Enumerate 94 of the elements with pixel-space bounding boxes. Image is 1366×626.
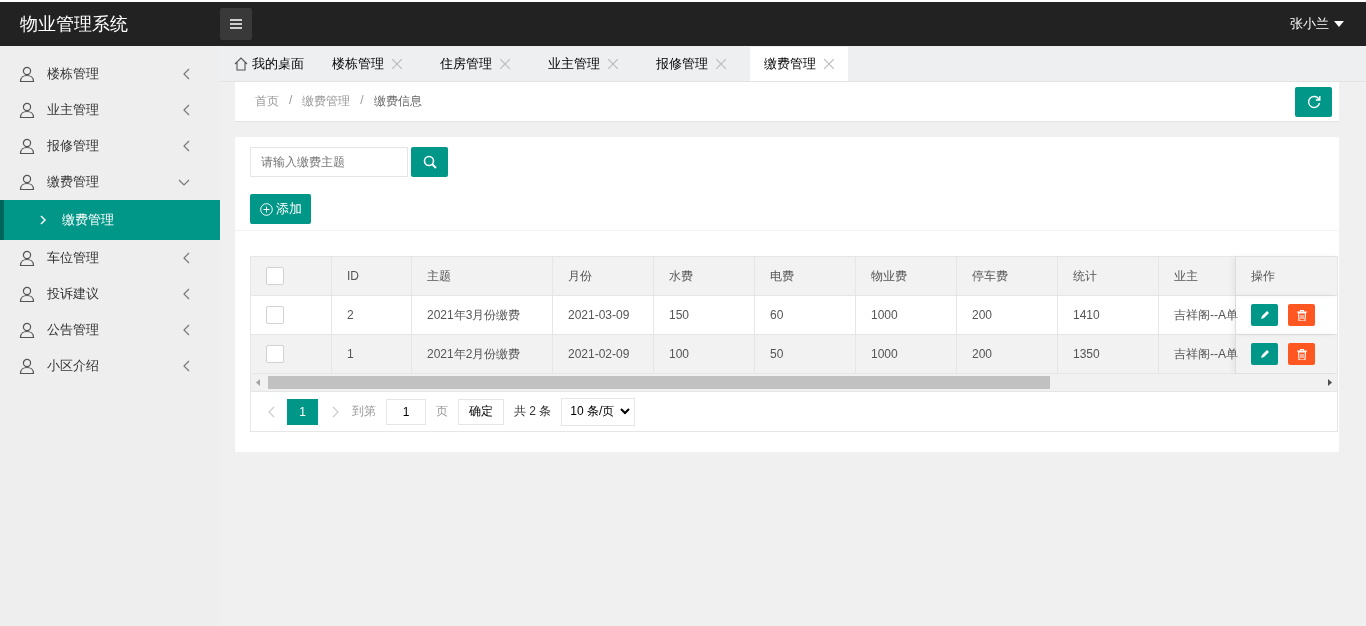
- sidebar-item[interactable]: 公告管理: [0, 312, 220, 348]
- chevron-icon: [267, 405, 275, 418]
- delete-button[interactable]: [1288, 304, 1315, 326]
- trash-icon: [1296, 309, 1307, 321]
- caret-icon: [1334, 21, 1344, 27]
- user-icon: [19, 250, 35, 266]
- table-cell: 1350: [1058, 335, 1159, 373]
- table-cell: 100: [654, 335, 755, 373]
- table-cell: 1410: [1058, 296, 1159, 334]
- row-checkbox[interactable]: [266, 345, 284, 363]
- menu-button[interactable]: [220, 8, 252, 40]
- chevron-icon: [332, 405, 340, 418]
- sidebar-subitem[interactable]: 缴费管理: [0, 200, 220, 240]
- table-cell: 吉祥阁--A单: [1159, 335, 1236, 373]
- tab[interactable]: 业主管理: [534, 47, 632, 81]
- confirm-button[interactable]: 确定: [458, 398, 504, 425]
- tab[interactable]: 报修管理: [642, 47, 740, 81]
- total-count: 共 2 条: [514, 403, 552, 420]
- column-header: 月份: [553, 257, 654, 295]
- app-title: 物业管理系统: [19, 13, 129, 36]
- table-cell: 1000: [856, 335, 957, 373]
- close-icon: [824, 59, 834, 69]
- user-icon: [19, 102, 35, 118]
- table-cell: 2021-03-09: [553, 296, 654, 334]
- sidebar-item[interactable]: 楼栋管理: [0, 56, 220, 92]
- sidebar-item[interactable]: 报修管理: [0, 128, 220, 164]
- page-size-select[interactable]: 10 条/页: [561, 397, 636, 426]
- pencil-icon: [1259, 310, 1270, 320]
- column-header: 操作: [1236, 257, 1337, 295]
- close-icon: [608, 59, 618, 69]
- select-all-checkbox[interactable]: [266, 267, 284, 285]
- table-cell: 1000: [856, 296, 957, 334]
- column-header: 水费: [654, 257, 755, 295]
- search-button[interactable]: [411, 147, 448, 177]
- close-icon: [716, 59, 726, 69]
- table-cell: 2: [332, 296, 412, 334]
- edit-button[interactable]: [1251, 304, 1278, 326]
- tab[interactable]: 缴费管理: [750, 47, 848, 81]
- user-icon: [19, 322, 35, 338]
- table-cell: 150: [654, 296, 755, 334]
- column-header: 统计: [1058, 257, 1159, 295]
- user-name: 张小兰: [1290, 15, 1329, 33]
- search-icon: [422, 155, 437, 169]
- user-icon: [19, 286, 35, 302]
- table-cell: 200: [957, 335, 1058, 373]
- tab[interactable]: 住房管理: [426, 47, 524, 81]
- add-button[interactable]: 添加: [250, 194, 311, 224]
- tab[interactable]: 我的桌面: [220, 47, 318, 81]
- user-menu[interactable]: 张小兰: [1290, 15, 1344, 33]
- trash-icon: [1296, 348, 1307, 360]
- page-input[interactable]: 1: [386, 398, 426, 425]
- breadcrumb-separator: /: [360, 93, 364, 109]
- sidebar-item[interactable]: 业主管理: [0, 92, 220, 128]
- delete-button[interactable]: [1288, 343, 1315, 365]
- table-cell: 2021年2月份缴费: [412, 335, 553, 373]
- sidebar-item[interactable]: 小区介绍: [0, 348, 220, 384]
- row-checkbox[interactable]: [266, 306, 284, 324]
- table-cell: 1: [332, 335, 412, 373]
- sidebar-item[interactable]: 缴费管理: [0, 164, 220, 200]
- user-icon: [19, 138, 35, 154]
- close-icon: [392, 59, 402, 69]
- table-cell: 200: [957, 296, 1058, 334]
- sidebar-item[interactable]: 投诉建议: [0, 276, 220, 312]
- page-unit-label: 页: [436, 403, 448, 420]
- chevron-icon: [620, 408, 631, 415]
- column-header: 停车费: [957, 257, 1058, 295]
- table-cell: 2021年3月份缴费: [412, 296, 553, 334]
- chevron-icon: [40, 215, 46, 225]
- user-icon: [19, 66, 35, 82]
- table-cell: 吉祥阁--A单: [1159, 296, 1236, 334]
- goto-label: 到第: [352, 403, 376, 420]
- table-cell: 2021-02-09: [553, 335, 654, 373]
- plus-circle-icon: [259, 202, 273, 216]
- column-header: 主题: [412, 257, 553, 295]
- table-cell: 50: [755, 335, 856, 373]
- search-field[interactable]: 请输入缴费主题: [250, 147, 408, 177]
- column-header: ID: [332, 257, 412, 295]
- column-header: 物业费: [856, 257, 957, 295]
- breadcrumb-separator: /: [289, 93, 293, 109]
- page-button[interactable]: 1: [287, 398, 318, 425]
- sidebar-item[interactable]: 车位管理: [0, 240, 220, 276]
- edit-button[interactable]: [1251, 343, 1278, 365]
- refresh-button[interactable]: [1295, 86, 1332, 117]
- user-icon: [19, 174, 35, 190]
- menu-icon: [229, 18, 243, 30]
- column-header: 电费: [755, 257, 856, 295]
- column-header: 业主: [1159, 257, 1236, 295]
- tab[interactable]: 楼栋管理: [318, 47, 416, 81]
- table-cell: 60: [755, 296, 856, 334]
- close-icon: [500, 59, 510, 69]
- refresh-icon: [1306, 94, 1321, 109]
- pencil-icon: [1259, 349, 1270, 359]
- home-icon: [234, 57, 248, 71]
- user-icon: [19, 358, 35, 374]
